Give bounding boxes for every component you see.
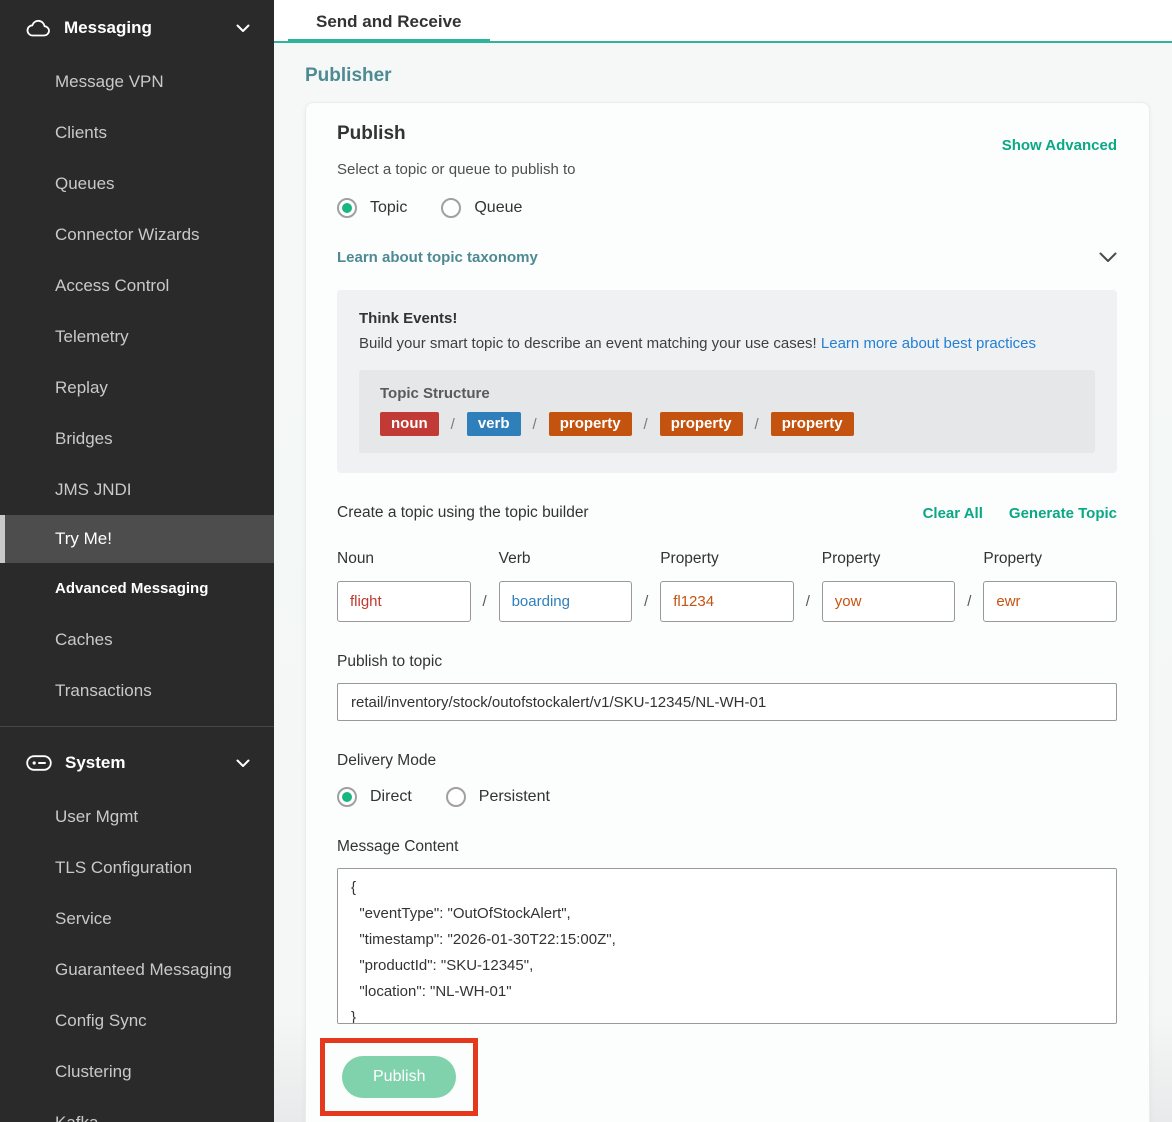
clear-all-link[interactable]: Clear All: [923, 505, 983, 522]
publish-button[interactable]: Publish: [342, 1056, 456, 1098]
direct-radio-label[interactable]: Direct: [370, 788, 412, 806]
sidebar-item-guaranteed-messaging[interactable]: Guaranteed Messaging: [0, 944, 274, 995]
slash-separator: /: [955, 550, 983, 622]
topic-radio[interactable]: [337, 198, 357, 218]
persistent-radio[interactable]: [446, 787, 466, 807]
verb-input[interactable]: [499, 581, 633, 622]
sidebar-item-tls-configuration[interactable]: TLS Configuration: [0, 842, 274, 893]
delivery-mode-radio-group: Direct Persistent: [337, 787, 1117, 807]
topic-structure-panel: Topic Structure noun / verb / property /…: [359, 370, 1095, 453]
sidebar-item-try-me[interactable]: Try Me!: [0, 515, 274, 563]
slash-separator: /: [794, 550, 822, 622]
tab-send-and-receive[interactable]: Send and Receive: [288, 0, 490, 43]
sidebar-item-config-sync[interactable]: Config Sync: [0, 995, 274, 1046]
system-icon: [26, 755, 52, 771]
property-3-input[interactable]: [983, 581, 1117, 622]
sidebar-item-caches[interactable]: Caches: [0, 614, 274, 665]
sidebar-item-message-vpn[interactable]: Message VPN: [0, 56, 274, 107]
app: Messaging Message VPN Clients Queues Con…: [0, 0, 1172, 1122]
queue-radio-label[interactable]: Queue: [474, 199, 522, 217]
noun-input[interactable]: [337, 581, 471, 622]
queue-radio[interactable]: [441, 198, 461, 218]
learn-topic-taxonomy-link[interactable]: Learn about topic taxonomy: [337, 249, 538, 266]
sidebar-item-transactions[interactable]: Transactions: [0, 665, 274, 716]
sidebar-item-bridges[interactable]: Bridges: [0, 413, 274, 464]
property-badge: property: [549, 412, 632, 436]
sidebar-item-jms-jndi[interactable]: JMS JNDI: [0, 464, 274, 515]
sidebar: Messaging Message VPN Clients Queues Con…: [0, 0, 274, 1122]
slash-separator: /: [471, 550, 499, 622]
message-content-textarea[interactable]: { "eventType": "OutOfStockAlert", "times…: [337, 868, 1117, 1024]
property-field-label: Property: [822, 550, 956, 568]
cloud-icon: [26, 19, 51, 37]
main-area: Send and Receive Publisher Publish Show …: [274, 0, 1172, 1122]
slash-separator: /: [451, 416, 455, 433]
sidebar-section-label: Messaging: [64, 18, 152, 38]
sidebar-section-system[interactable]: System: [0, 735, 274, 791]
chevron-down-icon: [236, 24, 250, 33]
content-area: Publisher Publish Show Advanced Select a…: [274, 43, 1172, 1122]
publish-card: Publish Show Advanced Select a topic or …: [305, 102, 1150, 1122]
generate-topic-link[interactable]: Generate Topic: [1009, 505, 1117, 522]
topic-structure-badges: noun / verb / property / property / prop…: [380, 412, 1074, 436]
best-practices-link[interactable]: Learn more about best practices: [821, 335, 1036, 352]
topic-builder-title: Create a topic using the topic builder: [337, 504, 589, 522]
topic-structure-title: Topic Structure: [380, 385, 1074, 402]
publish-card-title: Publish: [337, 123, 406, 145]
tab-bar: Send and Receive: [274, 0, 1172, 43]
destination-radio-group: Topic Queue: [337, 198, 1117, 218]
property-badge: property: [771, 412, 854, 436]
sidebar-item-user-mgmt[interactable]: User Mgmt: [0, 791, 274, 842]
slash-separator: /: [632, 550, 660, 622]
publish-subtitle: Select a topic or queue to publish to: [337, 161, 1117, 178]
property-1-input[interactable]: [660, 581, 794, 622]
publish-to-topic-label: Publish to topic: [337, 653, 1117, 671]
chevron-down-icon[interactable]: [1099, 252, 1117, 263]
topic-builder-fields: Noun / Verb / Property / Prop: [337, 550, 1117, 622]
sidebar-item-service[interactable]: Service: [0, 893, 274, 944]
property-field-label: Property: [660, 550, 794, 568]
think-events-title: Think Events!: [359, 310, 1095, 327]
slash-separator: /: [755, 416, 759, 433]
sidebar-section-messaging[interactable]: Messaging: [0, 0, 274, 56]
sidebar-divider: [0, 726, 274, 727]
chevron-down-icon: [236, 759, 250, 768]
sidebar-item-clients[interactable]: Clients: [0, 107, 274, 158]
sidebar-item-access-control[interactable]: Access Control: [0, 260, 274, 311]
property-2-input[interactable]: [822, 581, 956, 622]
property-badge: property: [660, 412, 743, 436]
think-events-text: Build your smart topic to describe an ev…: [359, 335, 817, 352]
sidebar-item-telemetry[interactable]: Telemetry: [0, 311, 274, 362]
sidebar-item-kafka[interactable]: Kafka: [0, 1097, 274, 1122]
sidebar-item-clustering[interactable]: Clustering: [0, 1046, 274, 1097]
topic-radio-label[interactable]: Topic: [370, 199, 407, 217]
slash-separator: /: [644, 416, 648, 433]
red-highlight-annotation: Publish: [320, 1038, 478, 1116]
show-advanced-link[interactable]: Show Advanced: [1002, 137, 1117, 154]
publish-to-topic-input[interactable]: [337, 683, 1117, 721]
sidebar-item-connector-wizards[interactable]: Connector Wizards: [0, 209, 274, 260]
verb-badge: verb: [467, 412, 521, 436]
message-content-label: Message Content: [337, 838, 1117, 856]
delivery-mode-label: Delivery Mode: [337, 752, 1117, 770]
sidebar-item-replay[interactable]: Replay: [0, 362, 274, 413]
direct-radio[interactable]: [337, 787, 357, 807]
publisher-section-title: Publisher: [305, 65, 1150, 87]
think-events-panel: Think Events! Build your smart topic to …: [337, 290, 1117, 473]
sidebar-item-advanced-messaging[interactable]: Advanced Messaging: [0, 563, 274, 614]
persistent-radio-label[interactable]: Persistent: [479, 788, 550, 806]
sidebar-item-queues[interactable]: Queues: [0, 158, 274, 209]
property-field-label: Property: [983, 550, 1117, 568]
sidebar-section-label: System: [65, 753, 125, 773]
noun-field-label: Noun: [337, 550, 471, 568]
noun-badge: noun: [380, 412, 439, 436]
slash-separator: /: [533, 416, 537, 433]
verb-field-label: Verb: [499, 550, 633, 568]
